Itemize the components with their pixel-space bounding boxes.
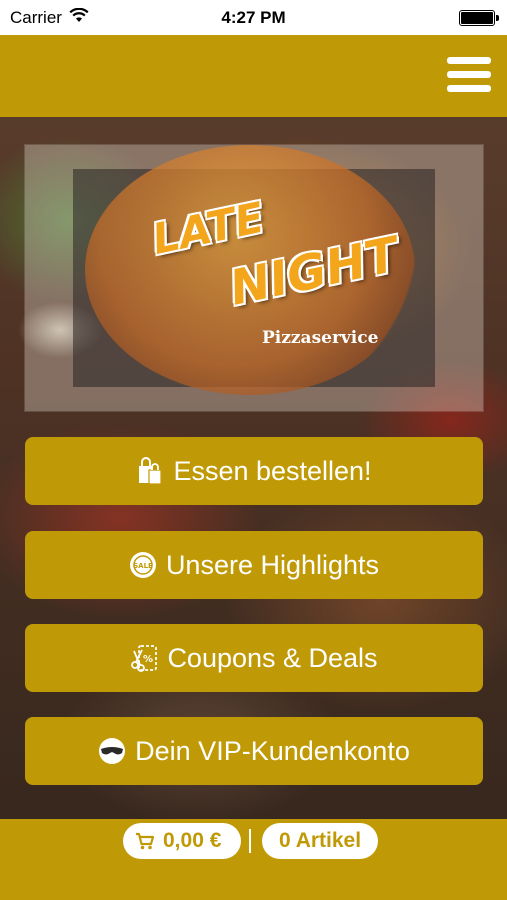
hamburger-menu-icon[interactable]	[447, 55, 491, 93]
svg-text:SALE: SALE	[133, 562, 153, 570]
cart-footer	[0, 819, 507, 900]
vip-account-button[interactable]: Dein VIP-Kundenkonto	[25, 717, 483, 785]
order-food-button[interactable]: Essen bestellen!	[25, 437, 483, 505]
coupons-deals-label: Coupons & Deals	[167, 642, 378, 673]
shopping-bags-icon	[136, 457, 164, 485]
cart-items-value: 0 Artikel	[278, 829, 362, 852]
battery-icon	[459, 10, 499, 26]
cart-total-value: 0,00 €	[163, 829, 222, 852]
coupons-deals-button[interactable]: % Coupons & Deals	[25, 624, 483, 692]
app-header	[0, 35, 507, 117]
cart-icon	[135, 832, 155, 850]
cart-items-pill[interactable]: 0 Artikel	[262, 823, 378, 859]
vip-mask-icon	[98, 737, 126, 765]
coupon-scissors-icon: %	[130, 644, 158, 672]
sale-badge-icon: SALE	[129, 551, 157, 579]
vip-account-label: Dein VIP-Kundenkonto	[135, 735, 410, 766]
cart-total-pill[interactable]: 0,00 €	[123, 823, 241, 859]
status-bar: Carrier 4:27 PM	[0, 0, 507, 35]
status-time: 4:27 PM	[221, 8, 286, 27]
order-food-label: Essen bestellen!	[173, 455, 372, 486]
logo-subtitle: Pizzaservice	[262, 328, 379, 348]
highlights-label: Unsere Highlights	[165, 549, 380, 580]
highlights-button[interactable]: SALE Unsere Highlights	[25, 531, 483, 599]
cart-divider	[249, 829, 251, 853]
svg-text:%: %	[143, 654, 153, 665]
